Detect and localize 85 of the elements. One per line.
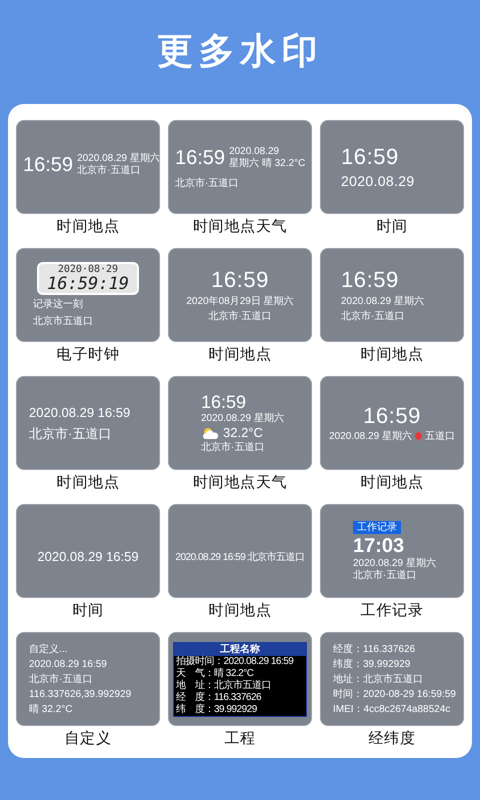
watermark-text: 纬度：39.992929 [333, 658, 410, 672]
template-label: 时间地点 [56, 217, 120, 237]
template-label: 时间 [376, 217, 408, 237]
row-value: 北京市五道口 [214, 680, 271, 692]
watermark-text: 自定义... [29, 642, 68, 656]
watermark-text: 地址：北京市五道口 [333, 672, 423, 686]
watermark-preview[interactable]: 16:59 2020.08.29 星期六 北京市·五道口 [320, 248, 464, 342]
clock-time: 16:59:19 [47, 274, 129, 292]
row-label: 地 址： [176, 680, 214, 692]
row-label: 经 度： [176, 692, 214, 704]
watermark-text: 记录这一刻 [33, 298, 83, 312]
time-text: 16:59 [175, 146, 226, 171]
time-text: 16:59 [341, 266, 399, 294]
watermark-text: 北京市·五道口 [29, 672, 92, 686]
time-text: 16:59 [211, 266, 269, 294]
watermark-text: 2020.08.29 16:59 [29, 404, 130, 422]
time-text: 17:03 [353, 534, 404, 558]
watermark-preview[interactable]: 经度：116.337626 纬度：39.992929 地址：北京市五道口 时间：2020-08-29 16:59:59 IMEI：4cc8c2674a88524c [320, 632, 464, 726]
watermark-text: 2020.08.29 16:59 [37, 548, 139, 566]
watermark-text: 2020.08.29 16:59 [29, 658, 107, 672]
watermark-text: 2020.08.29 [229, 146, 280, 158]
work-record-badge: 工作记录 [353, 520, 401, 534]
watermark-text: 北京市·五道口 [353, 570, 416, 582]
watermark-preview[interactable]: 2020·08·29 16:59:19 记录这一刻 北京市五道口 [16, 248, 160, 342]
watermark-text: 北京市·五道口 [29, 425, 112, 443]
watermark-text: 2020.08.29 星期六 [341, 294, 424, 309]
map-pin-icon [414, 432, 423, 440]
watermark-preview[interactable]: 16:59 2020.08.29 星期六 32.2°C 北京市·五道口 [168, 376, 312, 470]
time-text: 16:59 [363, 402, 421, 428]
template-label: 自定义 [64, 729, 112, 749]
time-text: 16:59 [23, 153, 74, 178]
clock-date: 2020·08·29 [58, 264, 118, 274]
watermark-text: 晴 32.2°C [29, 702, 72, 716]
table-header: 工程名称 [174, 642, 306, 656]
watermark-preview[interactable]: 2020.08.29 16:59 [16, 504, 160, 598]
watermark-text: 经度：116.337626 [333, 642, 416, 656]
temperature-text: 32.2°C [223, 425, 263, 441]
watermark-text: IMEI：4cc8c2674a88524c [333, 702, 450, 716]
watermark-text: 2020.08.29 16:59 北京市五道口 [175, 550, 305, 564]
date-text: 2020.08.29 星期六 [201, 412, 284, 425]
template-label: 经纬度 [368, 729, 416, 749]
watermark-text: 北京市·五道口 [77, 165, 142, 177]
watermark-preview[interactable]: 工作记录 17:03 2020.08.29 星期六 北京市·五道口 [320, 504, 464, 598]
template-label: 时间地点 [56, 473, 120, 493]
template-label: 工作记录 [360, 601, 424, 621]
row-label: 拍摄时间： [176, 656, 224, 668]
date-text: 2020.08.29 [341, 172, 415, 191]
row-value: 116.337626 [214, 692, 262, 704]
time-text: 16:59 [341, 143, 399, 171]
watermark-preview[interactable]: 自定义... 2020.08.29 16:59 北京市·五道口 116.337626,39.992929 晴 32.2°C [16, 632, 160, 726]
watermark-text: 时间：2020-08-29 16:59:59 [333, 688, 456, 702]
date-text: 2020.08.29 星期六 [329, 430, 412, 444]
template-label: 工程 [224, 729, 256, 749]
template-label: 电子时钟 [56, 345, 120, 365]
watermark-text: 北京市·五道口 [208, 310, 272, 324]
row-value: 晴 32.2°C [214, 668, 254, 680]
template-label: 时间地点 [360, 473, 424, 493]
watermark-preview[interactable]: 2020.08.29 16:59 北京市五道口 [168, 504, 312, 598]
template-label: 时间地点 [208, 601, 272, 621]
template-label: 时间地点天气 [192, 473, 288, 493]
place-text: 五道口 [424, 430, 455, 444]
watermark-preview[interactable]: 16:59 2020年08月29日 星期六 北京市·五道口 [168, 248, 312, 342]
page-title: 更多水印 [157, 30, 323, 74]
row-value: 2020.08.29 16:59 [224, 656, 294, 668]
template-label: 时间 [72, 601, 104, 621]
watermark-preview[interactable]: 16:59 2020.08.29 星期六 五道口 [320, 376, 464, 470]
watermark-text: 星期六 晴 32.2°C [229, 158, 306, 170]
watermark-preview[interactable]: 2020.08.29 16:59 北京市·五道口 [16, 376, 160, 470]
watermark-text: 2020.08.29 星期六 [353, 558, 436, 570]
watermark-text: 116.337626,39.992929 [29, 688, 132, 702]
watermark-preview[interactable]: 工程名称 拍摄时间：2020.08.29 16:59 天 气：晴 32.2°C 地 址：北京市五道口 经 度：116.337626 纬 度：39.992929 [168, 632, 312, 726]
watermark-text: 2020年08月29日 星期六 [186, 294, 294, 309]
time-text: 16:59 [201, 392, 246, 412]
template-label: 时间地点天气 [192, 217, 288, 237]
watermark-text: 北京市·五道口 [175, 177, 238, 191]
template-label: 时间地点 [208, 345, 272, 365]
row-label: 纬 度： [176, 704, 214, 716]
template-label: 时间地点 [360, 345, 424, 365]
watermark-preview[interactable]: 16:59 2020.08.29 [320, 120, 464, 214]
sun-cloud-icon [201, 426, 219, 440]
watermark-text: 北京市·五道口 [341, 310, 404, 324]
row-value: 39.992929 [214, 704, 257, 716]
row-label: 天 气： [176, 668, 214, 680]
watermark-text: 北京市五道口 [33, 314, 93, 328]
place-text: 北京市·五道口 [201, 441, 264, 454]
